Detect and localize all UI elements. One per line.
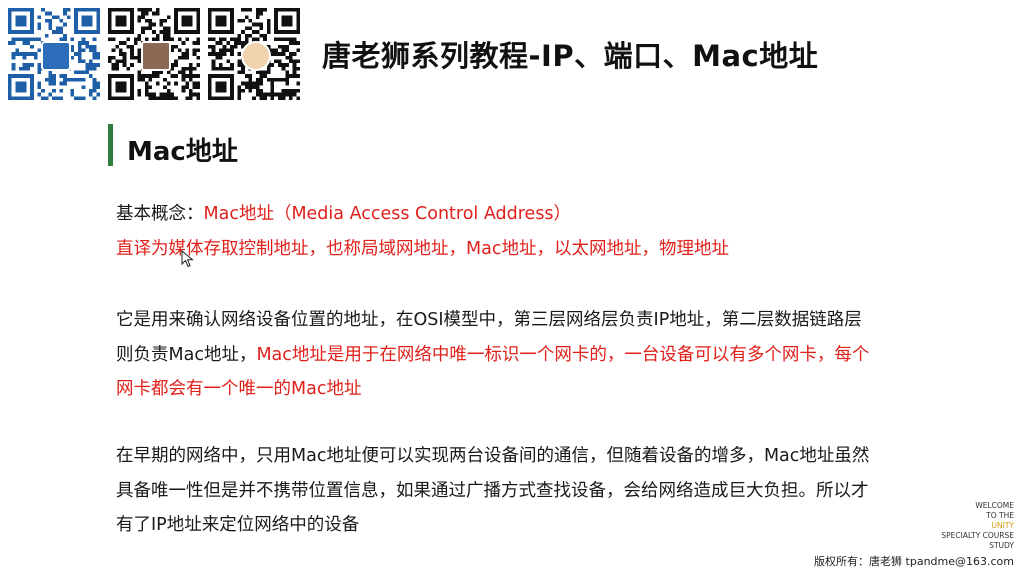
paragraph-line: 直译为媒体存取控制地址，也称局域网地址，Mac地址，以太网地址，物理地址 — [116, 238, 729, 259]
paragraph-line: 则负责Mac地址，Mac地址是用于在网络中唯一标识一个网卡的，一台设备可以有多个… — [116, 338, 869, 373]
qr-code-3 — [208, 8, 300, 100]
paragraph-line: 网卡都会有一个唯一的Mac地址 — [116, 379, 362, 399]
section-title: Mac地址 — [127, 137, 238, 167]
qr-code-1 — [8, 8, 100, 100]
paragraph-line: 具备唯一性但是并不携带位置信息，如果通过广播方式查找设备，会给网络造成巨大负担。… — [116, 480, 869, 501]
highlight-segment: Mac地址是用于在网络中唯一标识一个网卡的，一台设备可以有多个网卡，每个 — [256, 344, 870, 365]
watermark-line: WELCOME — [975, 501, 1014, 510]
watermark-line: SPECIALTY COURSE — [941, 531, 1014, 540]
paragraph-definition: 基本概念：Mac地址（Media Access Control Address）… — [116, 197, 729, 266]
watermark-line: TO THE — [986, 511, 1014, 520]
paragraph-line: 基本概念：Mac地址（Media Access Control Address） — [116, 197, 729, 232]
qr-code-2 — [108, 8, 200, 100]
page-title: 唐老狮系列教程-IP、端口、Mac地址 — [322, 39, 819, 73]
definition-term: Mac地址（Media Access Control Address） — [203, 204, 572, 224]
paragraph-line: 有了IP地址来定位网络中的设备 — [116, 515, 360, 535]
watermark-line: STUDY — [989, 541, 1014, 550]
course-watermark: WELCOME TO THE UNITY SPECIALTY COURSE ST… — [941, 501, 1014, 551]
definition-label: 基本概念： — [116, 204, 204, 224]
watermark-line: UNITY — [991, 521, 1014, 530]
copyright-footer: 版权所有：唐老狮 tpandme@163.com — [814, 555, 1014, 568]
mouse-cursor-icon — [181, 250, 194, 268]
paragraph-line: 它是用来确认网络设备位置的地址，在OSI模型中，第三层网络层负责IP地址，第二层… — [116, 310, 862, 330]
qr-avatar-icon — [241, 41, 271, 71]
paragraph-purpose: 它是用来确认网络设备位置的地址，在OSI模型中，第三层网络层负责IP地址，第二层… — [116, 303, 869, 407]
paragraph-history: 在早期的网络中，只用Mac地址便可以实现两台设备间的通信，但随着设备的增多，Ma… — [116, 439, 869, 543]
text-segment: 则负责Mac地址， — [116, 344, 257, 365]
paragraph-line: 在早期的网络中，只用Mac地址便可以实现两台设备间的通信，但随着设备的增多，Ma… — [116, 446, 870, 466]
qr-avatar-icon — [141, 41, 171, 71]
section-accent-bar — [108, 124, 113, 166]
qr-logo-icon — [41, 41, 71, 71]
